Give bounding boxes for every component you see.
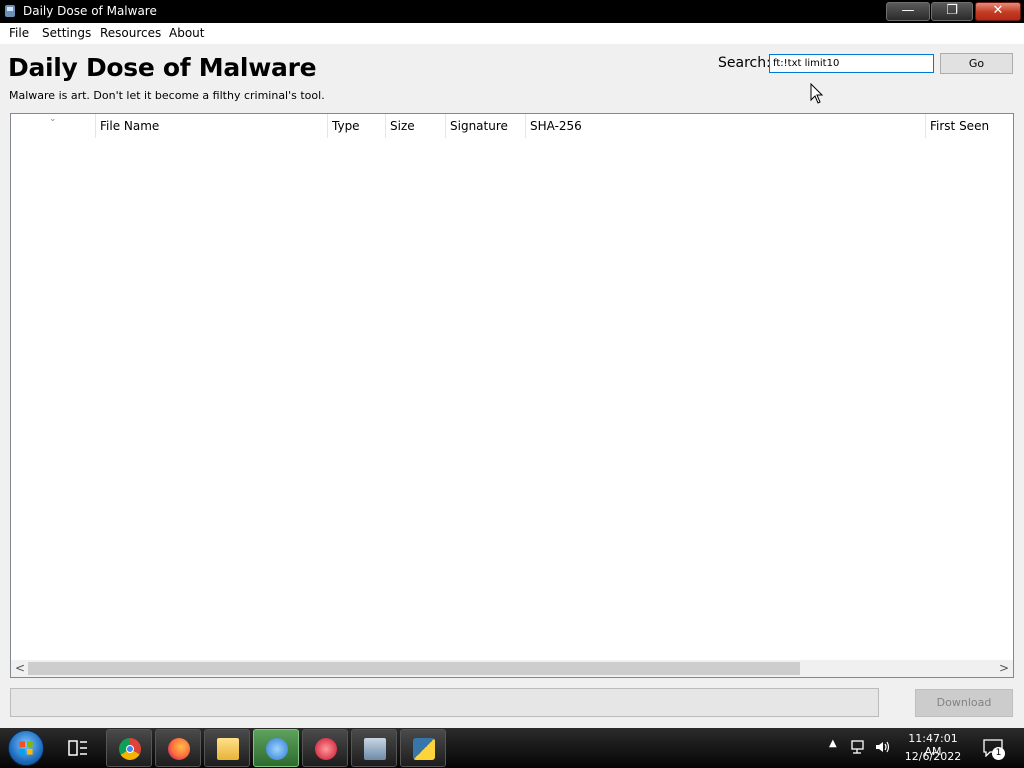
notification-count-badge: 1 bbox=[992, 747, 1005, 760]
column-header-first-seen[interactable]: First Seen bbox=[925, 114, 1013, 138]
menu-settings[interactable]: Settings bbox=[42, 26, 91, 40]
start-button[interactable] bbox=[8, 730, 44, 766]
column-header-sha256[interactable]: SHA-256 bbox=[525, 114, 925, 138]
page-subtitle: Malware is art. Don't let it become a fi… bbox=[9, 89, 325, 102]
close-button[interactable]: ✕ bbox=[975, 2, 1021, 21]
windows-logo-icon bbox=[19, 741, 33, 755]
window-title: Daily Dose of Malware bbox=[23, 4, 157, 18]
taskbar-chrome[interactable] bbox=[106, 729, 152, 767]
network-icon[interactable] bbox=[850, 739, 868, 755]
status-bar bbox=[10, 688, 879, 717]
scrollbar-thumb[interactable] bbox=[28, 662, 800, 675]
mouse-cursor-icon bbox=[810, 83, 824, 104]
taskbar-app-active[interactable] bbox=[253, 729, 299, 767]
taskbar-file-explorer[interactable] bbox=[204, 729, 250, 767]
column-header-size[interactable]: Size bbox=[385, 114, 445, 138]
python-icon bbox=[413, 738, 435, 760]
column-header-type[interactable]: Type bbox=[327, 114, 385, 138]
download-button[interactable]: Download bbox=[915, 689, 1013, 717]
results-table[interactable]: ⌄ File Name Type Size Signature SHA-256 … bbox=[10, 113, 1014, 678]
app-icon bbox=[315, 738, 337, 760]
search-input[interactable]: ft:!txt limit10 bbox=[769, 54, 934, 73]
sort-indicator-icon[interactable]: ⌄ bbox=[49, 114, 57, 124]
scroll-left-icon[interactable]: < bbox=[13, 660, 27, 677]
chrome-icon bbox=[119, 738, 141, 760]
menu-bar: File Settings Resources About bbox=[0, 23, 1024, 44]
app-icon bbox=[5, 5, 15, 17]
firefox-icon bbox=[168, 738, 190, 760]
task-view-icon[interactable] bbox=[68, 739, 88, 757]
app-icon bbox=[266, 738, 288, 760]
app-icon bbox=[364, 738, 386, 760]
taskbar-python[interactable] bbox=[400, 729, 446, 767]
close-icon: ✕ bbox=[992, 3, 1004, 18]
menu-resources[interactable]: Resources bbox=[100, 26, 161, 40]
taskbar-app[interactable] bbox=[302, 729, 348, 767]
notification-center-icon[interactable]: 1 bbox=[983, 739, 1005, 760]
table-header: ⌄ File Name Type Size Signature SHA-256 … bbox=[11, 114, 1013, 138]
title-bar: Daily Dose of Malware — ❐ ✕ bbox=[0, 0, 1024, 23]
file-explorer-icon bbox=[217, 738, 239, 760]
taskbar: ▲ 11:47:01 AM 12/6/2022 1 bbox=[0, 728, 1024, 768]
taskbar-firefox[interactable] bbox=[155, 729, 201, 767]
scroll-right-icon[interactable]: > bbox=[997, 660, 1011, 677]
restore-icon: ❐ bbox=[946, 3, 958, 18]
minimize-button[interactable]: — bbox=[886, 2, 930, 21]
show-hidden-icons-icon[interactable]: ▲ bbox=[829, 738, 837, 749]
column-header-file-name[interactable]: File Name bbox=[95, 114, 327, 138]
search-label: Search: bbox=[718, 55, 771, 71]
menu-about[interactable]: About bbox=[169, 26, 204, 40]
go-button[interactable]: Go bbox=[940, 53, 1013, 74]
clock-date[interactable]: 12/6/2022 bbox=[900, 750, 966, 763]
menu-file[interactable]: File bbox=[9, 26, 29, 40]
column-header-signature[interactable]: Signature bbox=[445, 114, 525, 138]
horizontal-scrollbar[interactable]: < > bbox=[11, 660, 1013, 677]
page-title: Daily Dose of Malware bbox=[8, 53, 317, 82]
taskbar-app[interactable] bbox=[351, 729, 397, 767]
maximize-button[interactable]: ❐ bbox=[931, 2, 973, 21]
volume-icon[interactable] bbox=[874, 739, 892, 755]
minimize-icon: — bbox=[901, 3, 915, 18]
